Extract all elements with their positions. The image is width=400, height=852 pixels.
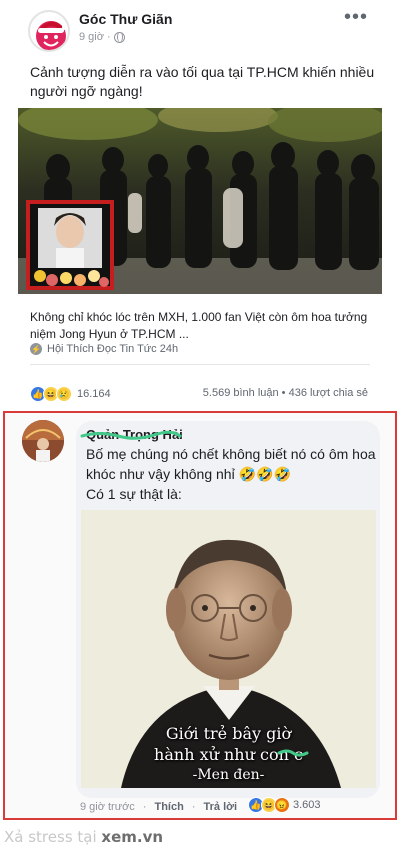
- caption-scribble: [277, 749, 309, 757]
- avatar-photo: [22, 420, 64, 462]
- engagement-stats[interactable]: 5.569 bình luận • 436 lượt chia sẻ: [203, 387, 368, 399]
- meme-caption-line-2: hành xử như con c: [154, 745, 303, 764]
- divider: [30, 364, 370, 365]
- comment-text: Bố mẹ chúng nó chết không biết nó có ôm …: [86, 444, 376, 504]
- watermark: Xả stress tại xem.vn: [4, 828, 163, 846]
- meme-caption-line-3: -Men đen-: [192, 767, 265, 783]
- crowd-photo: [18, 108, 382, 294]
- link-source-name: Hội Thích Đọc Tin Tức 24h: [47, 343, 179, 355]
- watermark-text: Xả stress tại: [4, 828, 102, 846]
- meme-caption-line-1: Giới trẻ bây giờ: [165, 724, 292, 743]
- angry-icon: 😠: [274, 797, 290, 813]
- watermark-site: xem.vn: [101, 828, 164, 846]
- post-text: Cảnh tượng diễn ra vào tối qua tại TP.HC…: [30, 64, 375, 99]
- comment-time[interactable]: 9 giờ trước: [80, 801, 135, 813]
- meta-separator: ·: [106, 31, 111, 43]
- santa-emoji-icon: [36, 21, 68, 50]
- reply-button[interactable]: Trả lời: [204, 801, 238, 813]
- separator: ·: [142, 801, 147, 813]
- link-preview-image[interactable]: [18, 108, 382, 294]
- link-title[interactable]: Không chỉ khóc lóc trên MXH, 1.000 fan V…: [30, 309, 375, 343]
- reaction-count: 16.164: [77, 388, 111, 400]
- page-avatar[interactable]: [28, 10, 70, 52]
- comment-reaction-count: 3.603: [293, 799, 321, 811]
- comment-reactions[interactable]: 👍 😆 😠 3.603: [248, 797, 321, 813]
- comment-actions: 9 giờ trước · Thích · Trả lời: [80, 801, 237, 813]
- post-header: Góc Thư Giãn 9 giờ · •••: [0, 0, 400, 56]
- page-name[interactable]: Góc Thư Giãn: [79, 11, 172, 27]
- lightning-icon: ⚡: [30, 343, 42, 355]
- post-meta: 9 giờ ·: [79, 31, 125, 43]
- more-icon[interactable]: •••: [344, 7, 368, 27]
- like-comment-button[interactable]: Thích: [154, 801, 183, 813]
- comment-line-2: Có 1 sự thật là:: [86, 486, 182, 502]
- commenter-avatar[interactable]: [22, 420, 64, 462]
- globe-icon: [113, 31, 125, 43]
- separator: ·: [191, 801, 196, 813]
- meme-image[interactable]: Giới trẻ bây giờ hành xử như con c -Men …: [81, 510, 376, 788]
- comment-line-1: Bố mẹ chúng nó chết không biết nó có ôm …: [86, 446, 376, 482]
- name-scribble: [80, 430, 182, 440]
- post-reactions[interactable]: 👍 😆 😢 16.164: [30, 386, 111, 402]
- sad-icon: 😢: [56, 386, 72, 402]
- post-time[interactable]: 9 giờ: [79, 31, 104, 43]
- link-source[interactable]: ⚡ Hội Thích Đọc Tin Tức 24h: [30, 343, 178, 355]
